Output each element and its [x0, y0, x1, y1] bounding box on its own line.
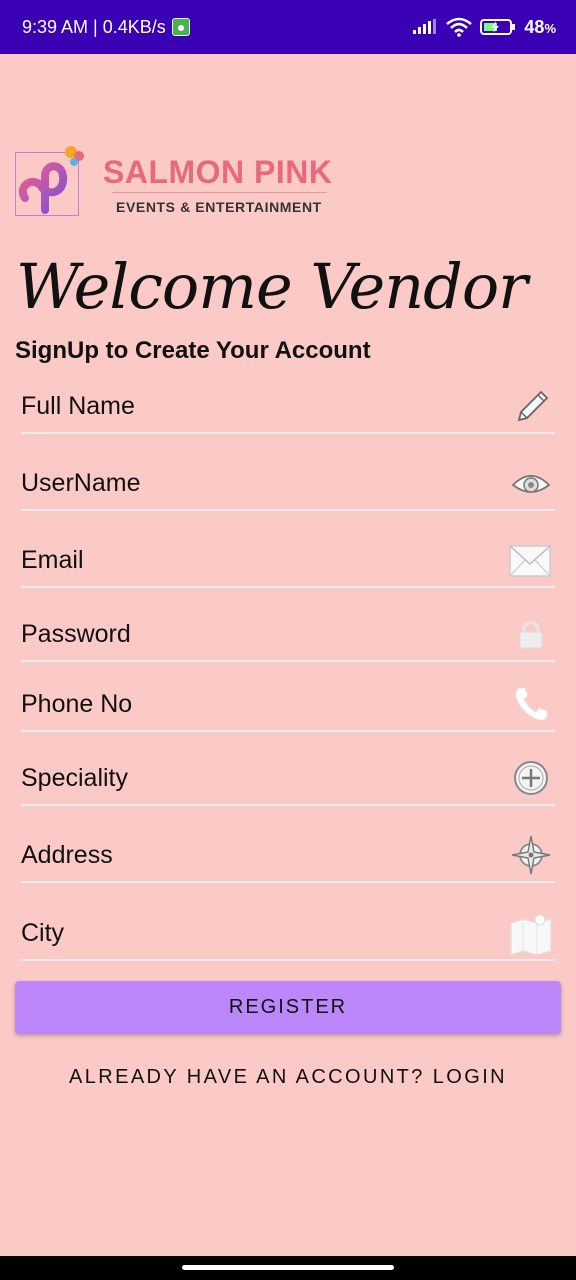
full-name-label: Full Name	[21, 392, 135, 420]
phone-field[interactable]: Phone No	[21, 682, 555, 732]
wifi-icon	[446, 17, 473, 37]
compass-icon	[511, 835, 551, 875]
email-field[interactable]: Email	[21, 538, 555, 588]
status-left: 9:39 AM | 0.4KB/s	[22, 17, 190, 38]
android-app-icon	[171, 18, 190, 36]
map-icon	[510, 914, 552, 955]
username-field[interactable]: UserName	[21, 461, 555, 511]
eye-icon	[511, 475, 551, 493]
email-label: Email	[21, 546, 84, 574]
status-bar: 9:39 AM | 0.4KB/s 48%	[0, 0, 576, 54]
phone-label: Phone No	[21, 690, 133, 718]
home-indicator[interactable]	[182, 1265, 394, 1270]
speciality-field[interactable]: Speciality	[21, 756, 555, 806]
lock-icon	[519, 621, 543, 649]
envelope-icon	[509, 545, 551, 577]
status-right: 48%	[412, 17, 556, 38]
plus-circle-icon	[514, 761, 548, 795]
signup-subtitle: SignUp to Create Your Account	[15, 337, 371, 364]
address-field[interactable]: Address	[21, 833, 555, 883]
address-label: Address	[21, 841, 113, 869]
register-button[interactable]: REGISTER	[15, 981, 561, 1034]
password-label: Password	[21, 620, 131, 648]
status-time-speed: 9:39 AM | 0.4KB/s	[22, 16, 166, 37]
welcome-title: Welcome Vendor	[16, 250, 528, 323]
speciality-label: Speciality	[21, 764, 128, 792]
battery-unit: %	[544, 20, 556, 36]
city-label: City	[21, 919, 65, 947]
signal-icon	[413, 19, 437, 34]
brand-divider	[112, 192, 327, 193]
username-label: UserName	[21, 469, 141, 497]
full-name-field[interactable]: Full Name	[21, 384, 555, 434]
brand-name: SALMON PINK	[103, 154, 333, 190]
battery-icon	[480, 19, 516, 35]
brand-tagline: EVENTS & ENTERTAINMENT	[116, 199, 322, 215]
login-link[interactable]: ALREADY HAVE AN ACCOUNT? LOGIN	[0, 1066, 576, 1089]
battery-level: 48	[524, 16, 545, 37]
city-field[interactable]: City	[21, 911, 555, 961]
phone-icon	[515, 687, 548, 721]
pencil-icon	[517, 390, 549, 422]
password-field[interactable]: Password	[21, 612, 555, 662]
